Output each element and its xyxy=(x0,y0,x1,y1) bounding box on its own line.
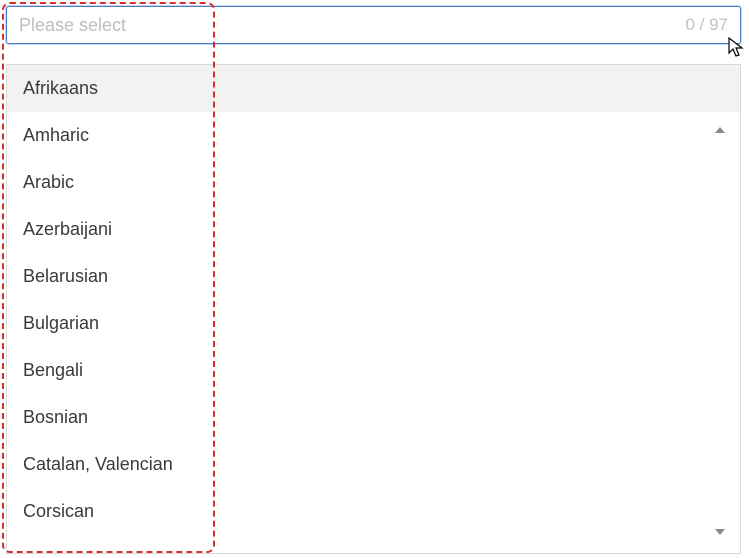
language-select-input-wrapper[interactable]: 0 / 97 xyxy=(6,6,741,44)
selection-counter: 0 / 97 xyxy=(685,15,728,35)
list-item[interactable]: Belarusian xyxy=(7,253,740,300)
list-item[interactable]: Arabic xyxy=(7,159,740,206)
language-options-list[interactable]: Afrikaans Amharic Arabic Azerbaijani Bel… xyxy=(7,65,740,553)
list-item[interactable]: Bosnian xyxy=(7,394,740,441)
language-select-container: 0 / 97 Afrikaans Amharic Arabic Azerbaij… xyxy=(6,6,741,44)
list-item[interactable]: Afrikaans xyxy=(7,65,740,112)
language-dropdown: Afrikaans Amharic Arabic Azerbaijani Bel… xyxy=(6,64,741,554)
list-item[interactable]: Bengali xyxy=(7,347,740,394)
list-item[interactable]: Azerbaijani xyxy=(7,206,740,253)
language-search-input[interactable] xyxy=(19,15,685,36)
list-item[interactable]: Amharic xyxy=(7,112,740,159)
list-item[interactable]: Corsican xyxy=(7,488,740,535)
list-item[interactable]: Catalan, Valencian xyxy=(7,441,740,488)
list-item[interactable]: Bulgarian xyxy=(7,300,740,347)
